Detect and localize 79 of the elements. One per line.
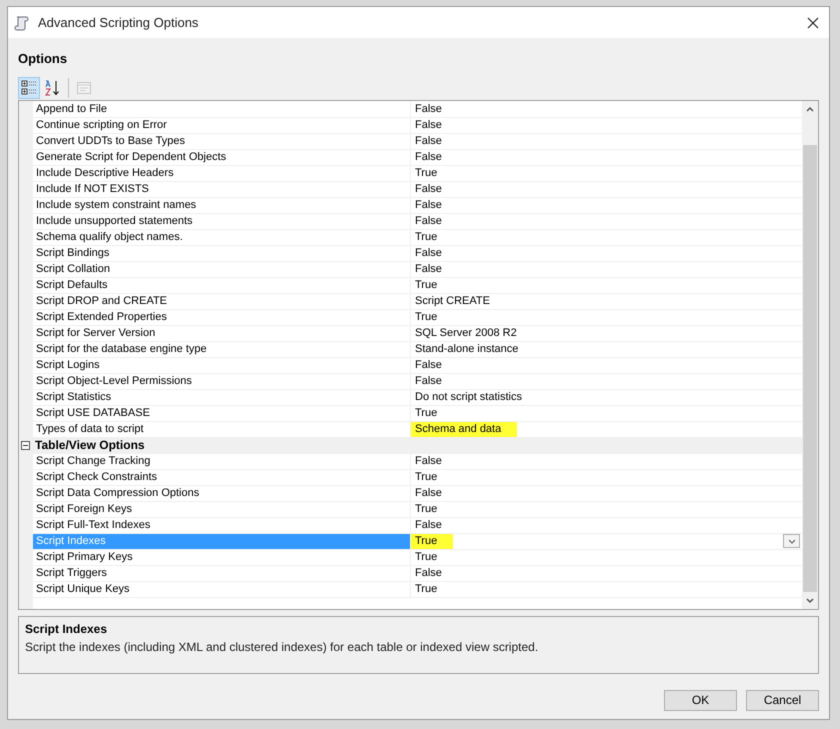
cancel-button[interactable]: Cancel — [746, 690, 819, 710]
property-value: False — [415, 214, 443, 228]
property-name[interactable]: Script Object-Level Permissions — [33, 374, 411, 388]
property-name[interactable]: Script Extended Properties — [33, 310, 411, 324]
property-name[interactable]: Append to File — [33, 102, 411, 116]
property-value: False — [415, 518, 443, 532]
property-value: False — [415, 262, 443, 276]
property-value: True — [415, 166, 438, 180]
property-value: False — [415, 150, 443, 164]
scrollbar[interactable] — [802, 100, 818, 608]
property-name[interactable]: Script Collation — [33, 262, 411, 276]
property-value: False — [415, 358, 443, 372]
property-value: False — [415, 486, 443, 500]
property-name[interactable]: Schema qualify object names. — [33, 230, 411, 244]
scroll-down-icon[interactable] — [806, 598, 814, 604]
description-title: Script Indexes — [25, 620, 108, 638]
property-value: True — [415, 310, 438, 324]
property-name[interactable]: Script Check Constraints — [33, 470, 411, 484]
property-value: Stand-alone instance — [415, 342, 520, 356]
property-value: False — [415, 246, 443, 260]
property-name[interactable]: Include If NOT EXISTS — [33, 182, 411, 196]
property-value: False — [415, 182, 443, 196]
property-value: False — [415, 454, 443, 468]
property-name[interactable]: Script Data Compression Options — [33, 486, 411, 500]
property-value: Do not script statistics — [415, 390, 523, 404]
property-value: False — [415, 198, 443, 212]
property-name[interactable]: Script for the database engine type — [33, 342, 411, 356]
property-value: True — [415, 278, 438, 292]
category-row[interactable]: Table/View Options — [19, 438, 802, 454]
property-name[interactable]: Include Descriptive Headers — [33, 166, 411, 180]
scroll-up-icon[interactable] — [806, 106, 814, 112]
property-name[interactable]: Script Logins — [33, 358, 411, 372]
property-value: Schema and data — [411, 422, 518, 436]
property-value: True — [415, 550, 438, 564]
categorized-button[interactable] — [18, 76, 40, 98]
property-name[interactable]: Script USE DATABASE — [33, 406, 411, 420]
property-name[interactable]: Script Foreign Keys — [33, 502, 411, 516]
property-name[interactable]: Script Primary Keys — [33, 550, 411, 564]
property-value: True — [415, 470, 438, 484]
scroll-thumb[interactable] — [803, 144, 817, 592]
property-value: True — [415, 582, 438, 596]
property-value: False — [415, 566, 443, 580]
close-icon[interactable] — [807, 16, 819, 28]
scroll-icon — [14, 14, 30, 30]
sort-icon — [45, 80, 61, 96]
property-value: Script CREATE — [415, 294, 491, 308]
category-title: Table/View Options — [35, 437, 145, 454]
categorized-icon — [21, 80, 37, 96]
property-value: True — [415, 406, 438, 420]
property-value: False — [415, 374, 443, 388]
property-name[interactable]: Convert UDDTs to Base Types — [33, 134, 411, 148]
property-name[interactable]: Script Full-Text Indexes — [33, 518, 411, 532]
collapse-toggle[interactable] — [21, 440, 30, 450]
property-name[interactable]: Script for Server Version — [33, 326, 411, 340]
property-value: True — [411, 534, 454, 548]
property-value: True — [415, 502, 438, 516]
property-name[interactable]: Continue scripting on Error — [33, 118, 411, 132]
property-name[interactable]: Script Defaults — [33, 278, 411, 292]
property-value: SQL Server 2008 R2 — [415, 326, 518, 340]
property-name[interactable]: Generate Script for Dependent Objects — [33, 150, 411, 164]
property-name[interactable]: Include unsupported statements — [33, 214, 411, 228]
property-name[interactable]: Script Statistics — [33, 390, 411, 404]
property-name[interactable]: Script Bindings — [33, 246, 411, 260]
property-name[interactable]: Script Triggers — [33, 566, 411, 580]
property-name[interactable]: Script Change Tracking — [33, 454, 411, 468]
property-value: False — [415, 134, 443, 148]
property-value: False — [415, 102, 443, 116]
chevron-down-icon — [788, 538, 796, 544]
section-title: Options — [18, 50, 68, 68]
property-pages-icon — [76, 80, 92, 96]
property-value: False — [415, 118, 443, 132]
property-name[interactable]: Script Unique Keys — [33, 582, 411, 596]
property-value: True — [415, 230, 438, 244]
dropdown-button[interactable] — [783, 534, 800, 548]
ok-button[interactable]: OK — [664, 690, 737, 710]
property-name[interactable]: Script DROP and CREATE — [33, 294, 411, 308]
property-name[interactable]: Include system constraint names — [33, 198, 411, 212]
description-text: Script the indexes (including XML and clustered indexes) for each table or indexed view scripted. — [25, 638, 538, 656]
window-title: Advanced Scripting Options — [38, 14, 198, 32]
